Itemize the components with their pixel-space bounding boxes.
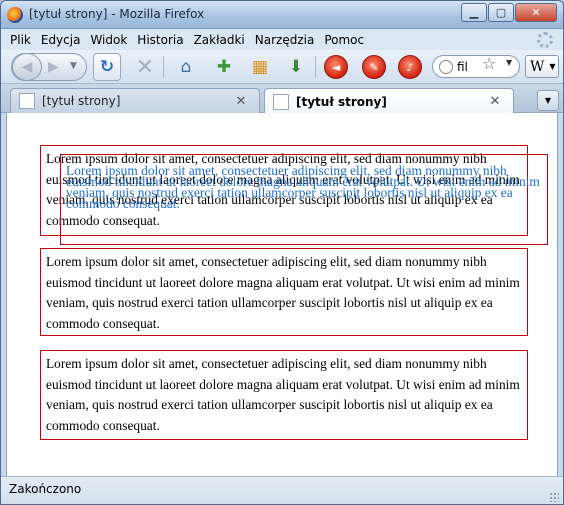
- wikipedia-search-button[interactable]: W ▼: [525, 55, 559, 78]
- menu-zakladki[interactable]: Zakładki: [189, 33, 250, 47]
- browser-window: [tytuł strony] - Mozilla Firefox ▁ ▢ ✕ P…: [0, 0, 564, 505]
- menu-historia[interactable]: Historia: [132, 33, 188, 47]
- page-favicon-icon: [273, 93, 289, 110]
- tab-close-icon[interactable]: ✕: [487, 94, 503, 109]
- wiki-dropdown-icon: ▼: [549, 62, 556, 71]
- stop-button[interactable]: ✕: [131, 53, 159, 81]
- star-icon[interactable]: ☆: [482, 54, 496, 73]
- menu-edycja[interactable]: Edycja: [36, 33, 86, 47]
- wikipedia-label: W: [530, 58, 545, 75]
- tab-close-icon[interactable]: ✕: [233, 94, 249, 109]
- title-bar[interactable]: [tytuł strony] - Mozilla Firefox ▁ ▢ ✕: [1, 1, 563, 29]
- tab-list-button[interactable]: ▼: [537, 90, 559, 111]
- status-bar: Zakończono: [1, 476, 563, 504]
- pencil-red-icon[interactable]: ✎: [360, 53, 388, 81]
- history-dropdown-icon[interactable]: ▼: [70, 61, 77, 71]
- navigation-toolbar: ◀ ▶ ▼ ↻ ✕ ⌂ ✚ ▦ ⬇ ◄ ✎ ♪ fil ☆ ▼ W ▼: [1, 50, 563, 84]
- window-title: [tytuł strony] - Mozilla Firefox: [29, 7, 205, 21]
- addons-grid-button[interactable]: ▦: [246, 53, 274, 81]
- tab-2-active[interactable]: [tytuł strony] ✕: [264, 88, 514, 114]
- menu-bar: Plik Edycja Widok Historia Zakładki Narz…: [1, 29, 563, 50]
- add-bookmark-button[interactable]: ✚: [210, 53, 238, 81]
- resize-grip-icon[interactable]: [549, 492, 559, 502]
- home-button[interactable]: ⌂: [172, 53, 200, 81]
- google-icon: [439, 59, 453, 74]
- menu-widok[interactable]: Widok: [85, 33, 132, 47]
- back-button[interactable]: ◀: [12, 53, 42, 81]
- throbber-icon: [537, 32, 553, 48]
- reload-button[interactable]: ↻: [93, 53, 121, 81]
- paragraph-box-2: Lorem ipsum dolor sit amet, consectetuer…: [40, 248, 528, 336]
- firefox-logo-icon: [7, 7, 23, 23]
- page-favicon-icon: [19, 93, 35, 109]
- forward-button[interactable]: ▶: [48, 59, 59, 75]
- tab-title: [tytuł strony]: [42, 94, 121, 108]
- paragraph-box-3: Lorem ipsum dolor sit amet, consectetuer…: [40, 350, 528, 440]
- speaker-red-icon[interactable]: ◄: [322, 53, 350, 81]
- search-dropdown-icon[interactable]: ▼: [506, 58, 512, 67]
- tab-bar: [tytuł strony] ✕ [tytuł strony] ✕ ▼: [1, 84, 563, 114]
- back-forward-group: ◀ ▶ ▼: [11, 53, 87, 81]
- status-text: Zakończono: [9, 482, 82, 496]
- tab-1[interactable]: [tytuł strony] ✕: [10, 88, 260, 113]
- tab-title: [tytuł strony]: [296, 94, 387, 109]
- maximize-button[interactable]: ▢: [488, 3, 514, 22]
- menu-narzedzia[interactable]: Narzędzia: [250, 33, 320, 47]
- page-content: Lorem ipsum dolor sit amet, consectetuer…: [6, 113, 558, 476]
- paragraph-box-overlay: Lorem ipsum dolor sit amet, consectetuer…: [60, 154, 548, 245]
- toolbar-separator: [163, 56, 164, 78]
- menu-plik[interactable]: Plik: [5, 33, 36, 47]
- search-input-value: fil: [457, 59, 468, 74]
- close-button[interactable]: ✕: [515, 3, 557, 22]
- window-controls: ▁ ▢ ✕: [461, 3, 557, 22]
- downloads-button[interactable]: ⬇: [282, 53, 310, 81]
- minimize-button[interactable]: ▁: [461, 3, 487, 22]
- menu-pomoc[interactable]: Pomoc: [319, 33, 369, 47]
- toolbar-separator: [315, 56, 316, 78]
- sound-red-icon[interactable]: ♪: [396, 53, 424, 81]
